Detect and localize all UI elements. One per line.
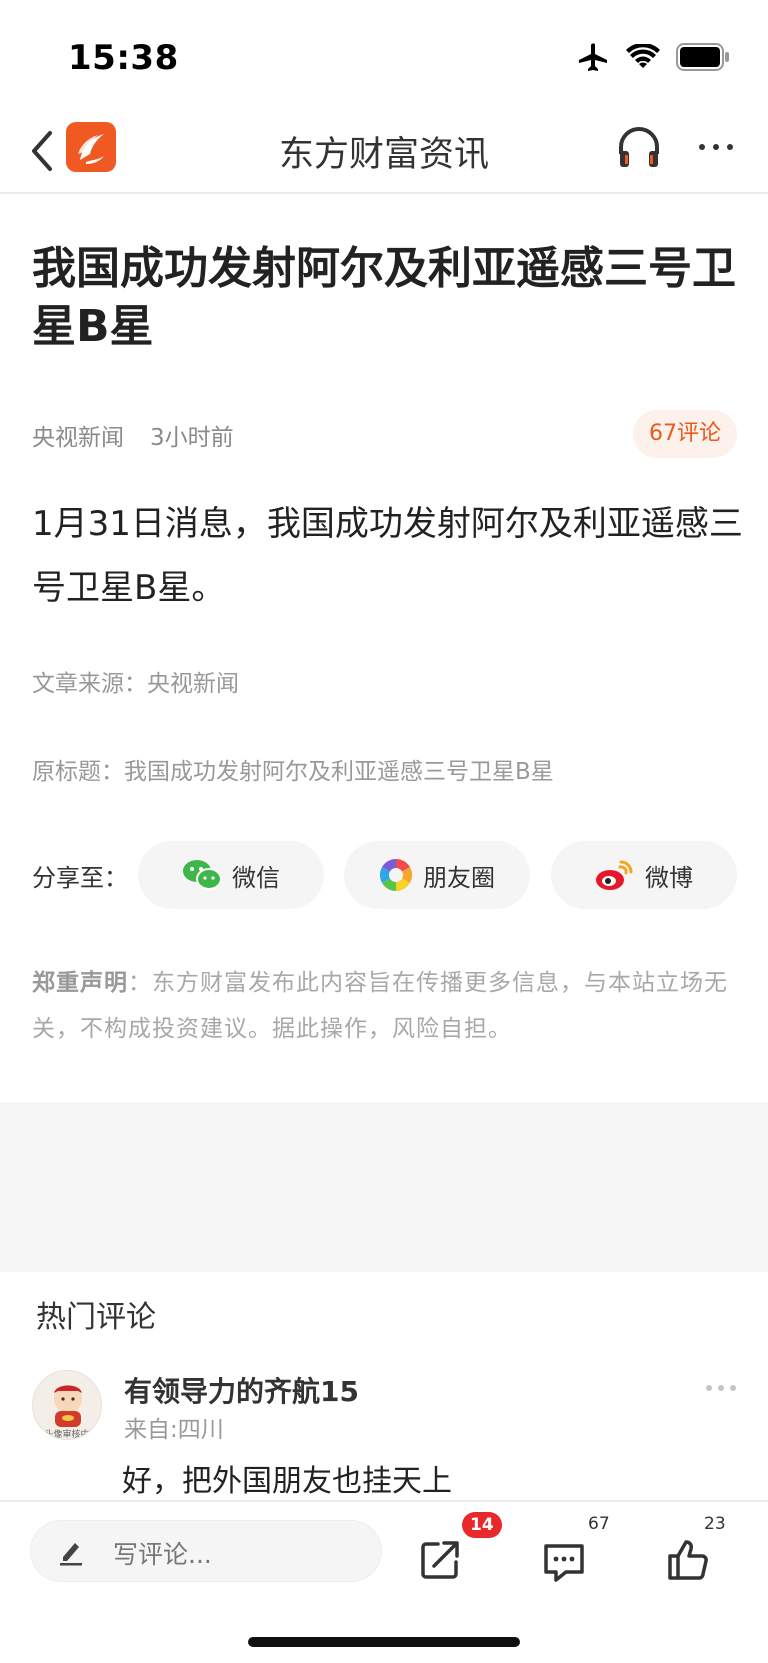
weibo-icon	[595, 858, 635, 892]
status-icons	[578, 42, 730, 72]
share-count-badge: 14	[462, 1512, 502, 1538]
wechat-icon	[182, 858, 222, 892]
battery-icon	[676, 43, 730, 71]
comment-count: 67	[588, 1514, 610, 1534]
comment-count-pill[interactable]: 67评论	[633, 410, 737, 458]
article-lead: 1月31日消息，我国成功发射阿尔及利亚遥感三号卫星B星。	[32, 504, 743, 608]
share-icon[interactable]	[418, 1538, 462, 1582]
nav-bar: 东方财富资讯	[0, 110, 768, 194]
home-indicator[interactable]	[248, 1637, 520, 1647]
share-moments-button[interactable]: 朋友圈	[344, 841, 530, 909]
disclaimer-title: 郑重声明	[32, 970, 128, 996]
write-comment-input[interactable]: 写评论...	[30, 1520, 382, 1582]
share-label: 分享至：	[32, 864, 128, 892]
article-source-line: 文章来源：央视新闻	[32, 671, 239, 697]
comment-username[interactable]: 有领导力的齐航15	[124, 1370, 359, 1410]
like-icon[interactable]	[666, 1538, 710, 1582]
share-moments-label: 朋友圈	[423, 863, 495, 892]
status-time: 15:38	[68, 38, 179, 78]
hot-comments-title: 热门评论	[36, 1300, 156, 1335]
section-divider	[0, 1102, 768, 1272]
article-time: 3小时前	[150, 425, 234, 451]
airplane-icon	[578, 42, 610, 72]
article-original-title: 原标题：我国成功发射阿尔及利亚遥感三号卫星B星	[32, 759, 554, 785]
share-weibo-label: 微博	[645, 863, 693, 892]
wifi-icon	[626, 44, 660, 70]
comment-location: 来自:四川	[124, 1417, 224, 1443]
write-comment-placeholder: 写评论...	[113, 1540, 212, 1569]
share-weibo-button[interactable]: 微博	[551, 841, 737, 909]
disclaimer: 郑重声明：东方财富发布此内容旨在传播更多信息，与本站立场无关，不构成投资建议。据…	[32, 960, 742, 1052]
comment-icon[interactable]	[542, 1540, 586, 1584]
article-source: 央视新闻	[32, 425, 124, 451]
share-wechat-label: 微信	[232, 863, 280, 892]
article-title: 我国成功发射阿尔及利亚遥感三号卫星B星	[32, 243, 736, 352]
disclaimer-text: ：东方财富发布此内容旨在传播更多信息，与本站立场无关，不构成投资建议。据此操作，…	[32, 970, 728, 1042]
avatar[interactable]: 头像审核中	[32, 1370, 102, 1440]
more-icon[interactable]	[696, 132, 736, 162]
status-bar: 15:38	[0, 0, 768, 110]
comment-text: 好，把外国朋友也挂天上	[122, 1464, 452, 1499]
comment-more-icon[interactable]	[704, 1380, 738, 1394]
headphones-icon[interactable]	[616, 124, 662, 170]
article-meta: 央视新闻 3小时前 67评论	[32, 410, 737, 460]
like-count: 23	[704, 1514, 726, 1534]
avatar-caption: 头像审核中	[44, 1430, 90, 1440]
pencil-icon	[57, 1537, 85, 1567]
share-wechat-button[interactable]: 微信	[138, 841, 324, 909]
moments-icon	[379, 858, 413, 892]
